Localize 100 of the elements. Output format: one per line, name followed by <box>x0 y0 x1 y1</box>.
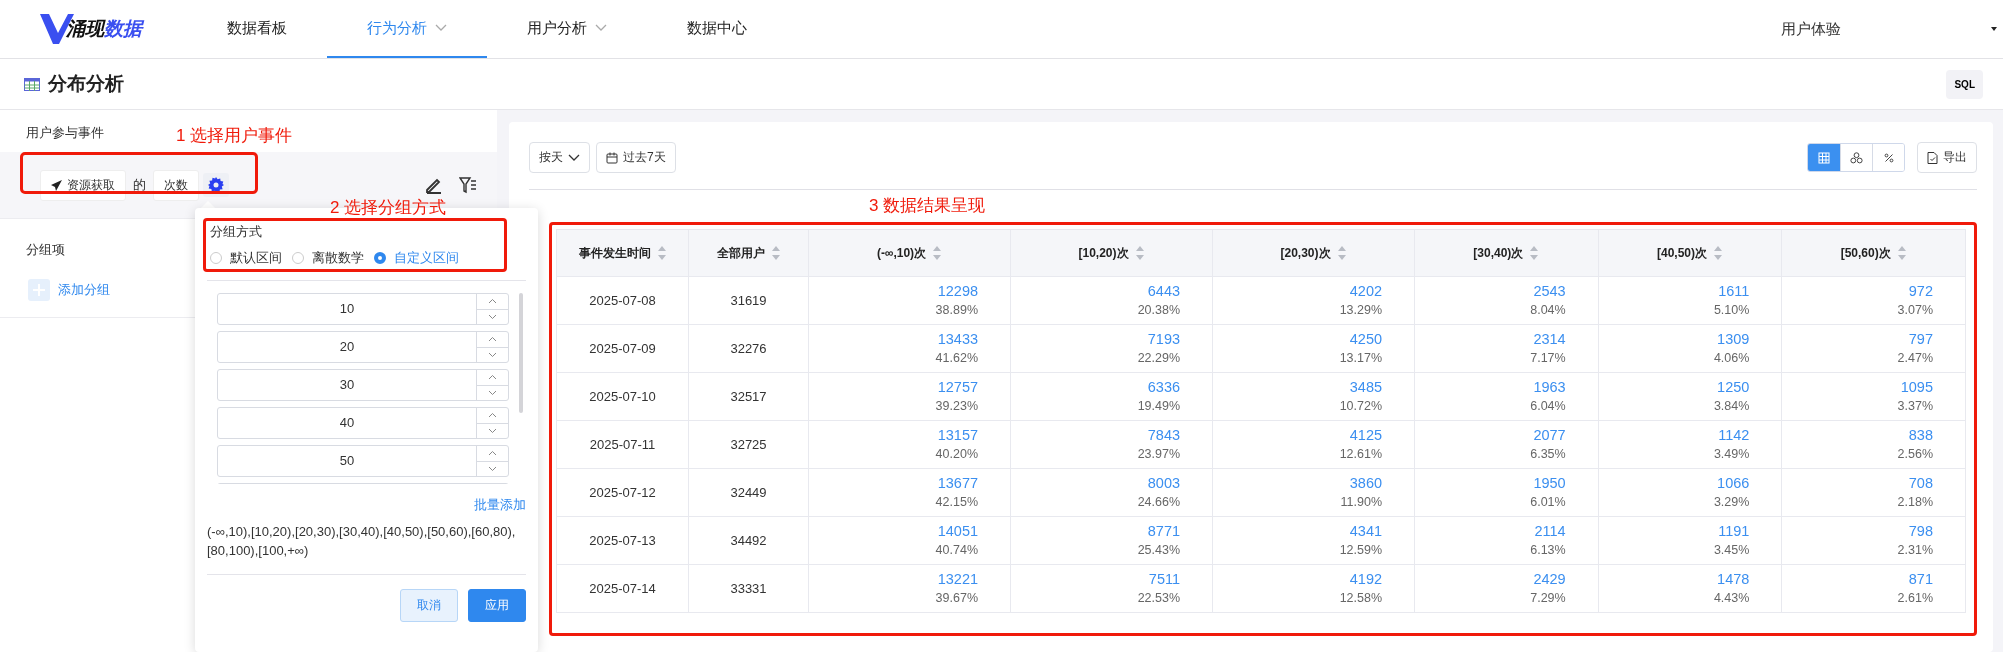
chevron-down-icon[interactable] <box>488 313 497 320</box>
date-range-button[interactable]: 过去7天 <box>596 142 676 173</box>
granularity-select[interactable]: 按天 <box>529 142 590 173</box>
column-header[interactable]: 全部用户 <box>688 229 809 277</box>
column-header[interactable]: [40,50)次 <box>1598 229 1782 277</box>
number-input[interactable]: 30 <box>217 369 509 401</box>
count-value[interactable]: 1611 <box>1599 282 1750 302</box>
chevron-down-icon[interactable] <box>488 351 497 358</box>
count-value[interactable]: 7843 <box>1012 426 1181 446</box>
column-header[interactable]: 事件发生时间 <box>556 229 689 277</box>
number-input[interactable]: 10 <box>217 293 509 325</box>
column-header[interactable]: [50,60)次 <box>1781 229 1966 277</box>
count-value[interactable]: 1066 <box>1599 474 1750 494</box>
count-value[interactable]: 13157 <box>810 426 978 446</box>
edit-icon[interactable] <box>425 176 443 194</box>
count-value[interactable]: 2114 <box>1416 522 1566 542</box>
date-cell: 2025-07-14 <box>556 564 689 613</box>
export-button[interactable]: 导出 <box>1917 142 1977 173</box>
count-value[interactable]: 1309 <box>1599 330 1750 350</box>
scrollbar[interactable] <box>519 293 523 413</box>
view-toggle[interactable] <box>1872 144 1904 171</box>
count-value[interactable]: 8003 <box>1012 474 1181 494</box>
count-value[interactable]: 13221 <box>810 570 978 590</box>
chevron-down-icon[interactable] <box>488 427 497 434</box>
number-input[interactable]: 40 <box>217 407 509 439</box>
count-value[interactable]: 14051 <box>810 522 978 542</box>
cancel-button[interactable]: 取消 <box>400 589 458 622</box>
count-value[interactable]: 2314 <box>1416 330 1566 350</box>
radio-option[interactable]: 默认区间 <box>210 249 282 267</box>
chevron-up-icon[interactable] <box>488 336 497 343</box>
count-value[interactable]: 2543 <box>1416 282 1566 302</box>
count-value[interactable]: 4341 <box>1214 522 1383 542</box>
table-icon <box>24 77 40 91</box>
count-value[interactable]: 2077 <box>1416 426 1566 446</box>
percent-value: 13.29% <box>1338 301 1383 319</box>
percent-value: 39.23% <box>934 397 978 415</box>
circles-icon <box>1850 151 1863 164</box>
count-value[interactable]: 1478 <box>1599 570 1750 590</box>
chevron-up-icon[interactable] <box>488 298 497 305</box>
column-header[interactable]: [20,30)次 <box>1212 229 1415 277</box>
count-value[interactable]: 1142 <box>1599 426 1750 446</box>
count-value[interactable]: 2429 <box>1416 570 1566 590</box>
count-value[interactable]: 708 <box>1783 474 1933 494</box>
percent-value: 3.37% <box>1896 397 1933 415</box>
radio-option[interactable]: 自定义区间 <box>374 249 459 267</box>
count-value[interactable]: 838 <box>1783 426 1933 446</box>
sql-button[interactable]: SQL <box>1946 69 1983 99</box>
count-value[interactable]: 798 <box>1783 522 1933 542</box>
percent-value: 13.17% <box>1338 349 1383 367</box>
count-value[interactable]: 3485 <box>1214 378 1383 398</box>
chevron-up-icon[interactable] <box>488 374 497 381</box>
count-value[interactable]: 7511 <box>1012 570 1181 590</box>
count-value[interactable]: 4192 <box>1214 570 1383 590</box>
count-value[interactable]: 797 <box>1783 330 1933 350</box>
filter-icon[interactable] <box>459 176 477 194</box>
column-header[interactable]: (-∞,10)次 <box>808 229 1011 277</box>
count-value[interactable]: 13677 <box>810 474 978 494</box>
count-value[interactable]: 871 <box>1783 570 1933 590</box>
count-value[interactable]: 6336 <box>1012 378 1181 398</box>
percent-icon <box>1883 152 1894 163</box>
percent-value: 12.59% <box>1338 541 1383 559</box>
count-value[interactable]: 4250 <box>1214 330 1383 350</box>
chevron-up-icon[interactable] <box>488 450 497 457</box>
count-value[interactable]: 1250 <box>1599 378 1750 398</box>
view-toggle[interactable] <box>1808 144 1840 171</box>
count-value[interactable]: 6443 <box>1012 282 1181 302</box>
caret-icon[interactable] <box>1991 26 1997 32</box>
number-input[interactable]: 50 <box>217 445 509 477</box>
count-value[interactable]: 1963 <box>1416 378 1566 398</box>
percent-value: 6.13% <box>1529 541 1566 559</box>
count-value[interactable]: 972 <box>1783 282 1933 302</box>
count-value[interactable]: 4125 <box>1214 426 1383 446</box>
count-value[interactable]: 8771 <box>1012 522 1181 542</box>
column-header[interactable]: [10,20)次 <box>1010 229 1213 277</box>
nav-tab[interactable]: 数据看板 <box>187 0 327 58</box>
radio-option[interactable]: 离散数学 <box>292 249 364 267</box>
chevron-up-icon[interactable] <box>488 412 497 419</box>
percent-value: 12.58% <box>1338 589 1383 607</box>
count-value[interactable]: 12298 <box>810 282 978 302</box>
batch-add-link[interactable]: 批量添加 <box>474 496 526 514</box>
column-header[interactable]: [30,40)次 <box>1414 229 1599 277</box>
count-value[interactable]: 12757 <box>810 378 978 398</box>
apply-button[interactable]: 应用 <box>468 589 526 622</box>
count-value[interactable]: 1095 <box>1783 378 1933 398</box>
number-input[interactable]: 20 <box>217 331 509 363</box>
count-value[interactable]: 3860 <box>1214 474 1383 494</box>
count-value[interactable]: 1191 <box>1599 522 1750 542</box>
count-value[interactable]: 13433 <box>810 330 978 350</box>
date-cell: 2025-07-13 <box>556 516 689 565</box>
user-menu[interactable]: 用户体验 <box>1781 0 1841 58</box>
chevron-down-icon[interactable] <box>488 465 497 472</box>
percent-value: 3.07% <box>1896 301 1933 319</box>
percent-value: 5.10% <box>1712 301 1750 319</box>
count-value[interactable]: 4202 <box>1214 282 1383 302</box>
percent-value: 2.56% <box>1896 445 1933 463</box>
nav-tab[interactable]: 数据中心 <box>647 0 787 58</box>
nav-tab[interactable]: 用户分析 <box>487 0 647 58</box>
count-value[interactable]: 1950 <box>1416 474 1566 494</box>
chevron-down-icon[interactable] <box>488 389 497 396</box>
count-value[interactable]: 7193 <box>1012 330 1181 350</box>
